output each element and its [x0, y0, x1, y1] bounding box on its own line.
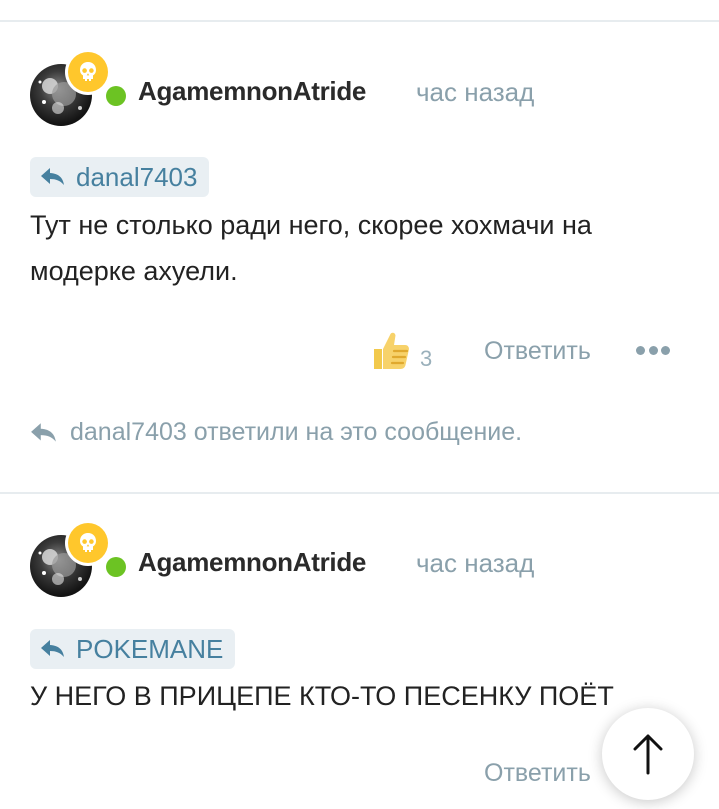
avatar[interactable]	[30, 52, 126, 128]
more-dots-icon[interactable]	[636, 343, 670, 357]
comment-text: Тут не столько ради него, скорее хохмачи…	[30, 210, 592, 286]
reply-button[interactable]: Ответить	[484, 337, 591, 366]
reply-button[interactable]: Ответить	[484, 759, 591, 788]
arrow-up-icon	[633, 734, 663, 775]
reply-to-tag[interactable]: danal7403	[30, 157, 210, 197]
reply-to-tag[interactable]: POKEMANE	[30, 629, 236, 669]
comments-feed: AgamemnonAtride час назад danal7403 Тут …	[0, 0, 719, 809]
reply-arrow-icon	[41, 168, 64, 185]
reply-arrow-icon	[41, 640, 64, 657]
reply-to-username: POKEMANE	[76, 633, 224, 664]
avatar[interactable]	[30, 523, 126, 599]
reply-arrow-icon	[31, 422, 56, 442]
username[interactable]: AgamemnonAtride	[138, 547, 366, 578]
scroll-to-top-button[interactable]	[602, 708, 694, 800]
divider	[0, 492, 719, 494]
like-count: 3	[420, 346, 433, 371]
username[interactable]: AgamemnonAtride	[138, 76, 366, 107]
online-status-dot	[106, 86, 126, 106]
timestamp[interactable]: час назад	[416, 77, 534, 108]
divider	[0, 20, 719, 22]
skull-icon	[68, 52, 108, 92]
reply-to-username: danal7403	[76, 161, 198, 192]
online-status-dot	[106, 557, 126, 577]
timestamp[interactable]: час назад	[416, 548, 534, 579]
skull-icon	[68, 523, 108, 563]
comment-text: У НЕГО В ПРИЦЕПЕ КТО-ТО ПЕСЕНКУ ПОЁТ	[30, 681, 614, 711]
thumbs-up-icon	[374, 332, 409, 369]
like-button[interactable]: 3	[370, 330, 432, 372]
replies-note-text: danal7403 ответили на это сообщение.	[70, 418, 523, 446]
replies-link[interactable]: danal7403 ответили на это сообщение.	[30, 418, 522, 447]
